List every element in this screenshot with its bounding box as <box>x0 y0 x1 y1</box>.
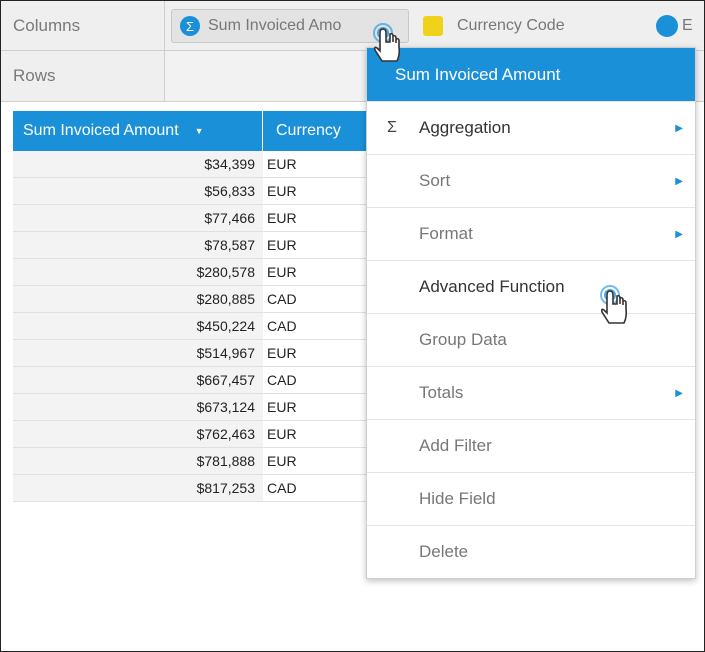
columns-shelf[interactable]: Columns Σ Sum Invoiced Amo Currency Code… <box>1 1 704 51</box>
amount-cell: $817,253 <box>13 475 263 502</box>
pill-label: E <box>682 17 693 34</box>
menu-item-label: Totals <box>419 383 464 402</box>
menu-title: Sum Invoiced Amount <box>367 48 695 101</box>
amount-cell: $280,578 <box>13 259 263 286</box>
menu-item-aggregation[interactable]: Σ Aggregation ▶ <box>367 101 695 154</box>
column-header-label: Currency <box>276 122 341 139</box>
amount-cell: $77,466 <box>13 205 263 232</box>
sigma-icon: Σ <box>180 16 200 36</box>
menu-item-label: Advanced Function <box>419 277 565 296</box>
field-context-menu: Sum Invoiced Amount Σ Aggregation ▶ Sort ▶ Fo… <box>366 47 696 579</box>
menu-item-label: Add Filter <box>419 436 492 455</box>
menu-item-add-filter[interactable]: Add Filter <box>367 419 695 472</box>
amount-cell: $673,124 <box>13 394 263 421</box>
hand-pointer-icon <box>373 23 401 62</box>
amount-cell: $280,885 <box>13 286 263 313</box>
pill-label: Currency Code <box>457 17 565 34</box>
metric-field-icon <box>656 15 678 37</box>
submenu-arrow-icon: ▶ <box>675 387 683 399</box>
rows-label: Rows <box>1 51 165 101</box>
dimension-field-icon <box>423 16 443 36</box>
menu-item-group-data[interactable]: Group Data <box>367 313 695 366</box>
menu-item-format[interactable]: Format ▶ <box>367 207 695 260</box>
field-pill-e[interactable]: E <box>656 9 704 43</box>
sigma-icon: Σ <box>387 119 397 136</box>
amount-cell: $762,463 <box>13 421 263 448</box>
amount-cell: $667,457 <box>13 367 263 394</box>
columns-label: Columns <box>1 1 165 50</box>
menu-item-hide-field[interactable]: Hide Field <box>367 472 695 525</box>
amount-cell: $56,833 <box>13 178 263 205</box>
submenu-arrow-icon: ▶ <box>675 175 683 187</box>
report-builder: Columns Σ Sum Invoiced Amo Currency Code… <box>0 0 705 652</box>
amount-cell: $34,399 <box>13 151 263 178</box>
menu-item-label: Delete <box>419 542 469 561</box>
amount-cell: $78,587 <box>13 232 263 259</box>
sort-arrow-icon[interactable]: ▼ <box>195 126 204 136</box>
column-header-currency[interactable]: Currency <box>264 111 374 151</box>
pill-label: Sum Invoiced Amo <box>208 17 342 34</box>
column-header-label: Sum Invoiced Amount <box>23 122 179 139</box>
menu-item-sort[interactable]: Sort ▶ <box>367 154 695 207</box>
menu-item-label: Aggregation <box>419 118 511 137</box>
amount-cell: $514,967 <box>13 340 263 367</box>
submenu-arrow-icon: ▶ <box>675 228 683 240</box>
amount-cell: $781,888 <box>13 448 263 475</box>
menu-item-label: Sort <box>419 171 451 190</box>
submenu-arrow-icon: ▶ <box>675 122 683 134</box>
menu-item-totals[interactable]: Totals ▶ <box>367 366 695 419</box>
table-header: Sum Invoiced Amount ▼ Currency <box>13 111 373 151</box>
menu-item-delete[interactable]: Delete <box>367 525 695 578</box>
hand-pointer-icon <box>600 285 628 324</box>
column-header-sum-invoiced-amount[interactable]: Sum Invoiced Amount ▼ <box>13 111 263 151</box>
amount-cell: $450,224 <box>13 313 263 340</box>
menu-item-label: Group Data <box>419 330 507 349</box>
field-pill-currency-code[interactable]: Currency Code <box>419 9 619 43</box>
menu-item-label: Hide Field <box>419 489 496 508</box>
menu-item-label: Format <box>419 224 473 243</box>
menu-item-advanced-function[interactable]: Advanced Function <box>367 260 695 313</box>
